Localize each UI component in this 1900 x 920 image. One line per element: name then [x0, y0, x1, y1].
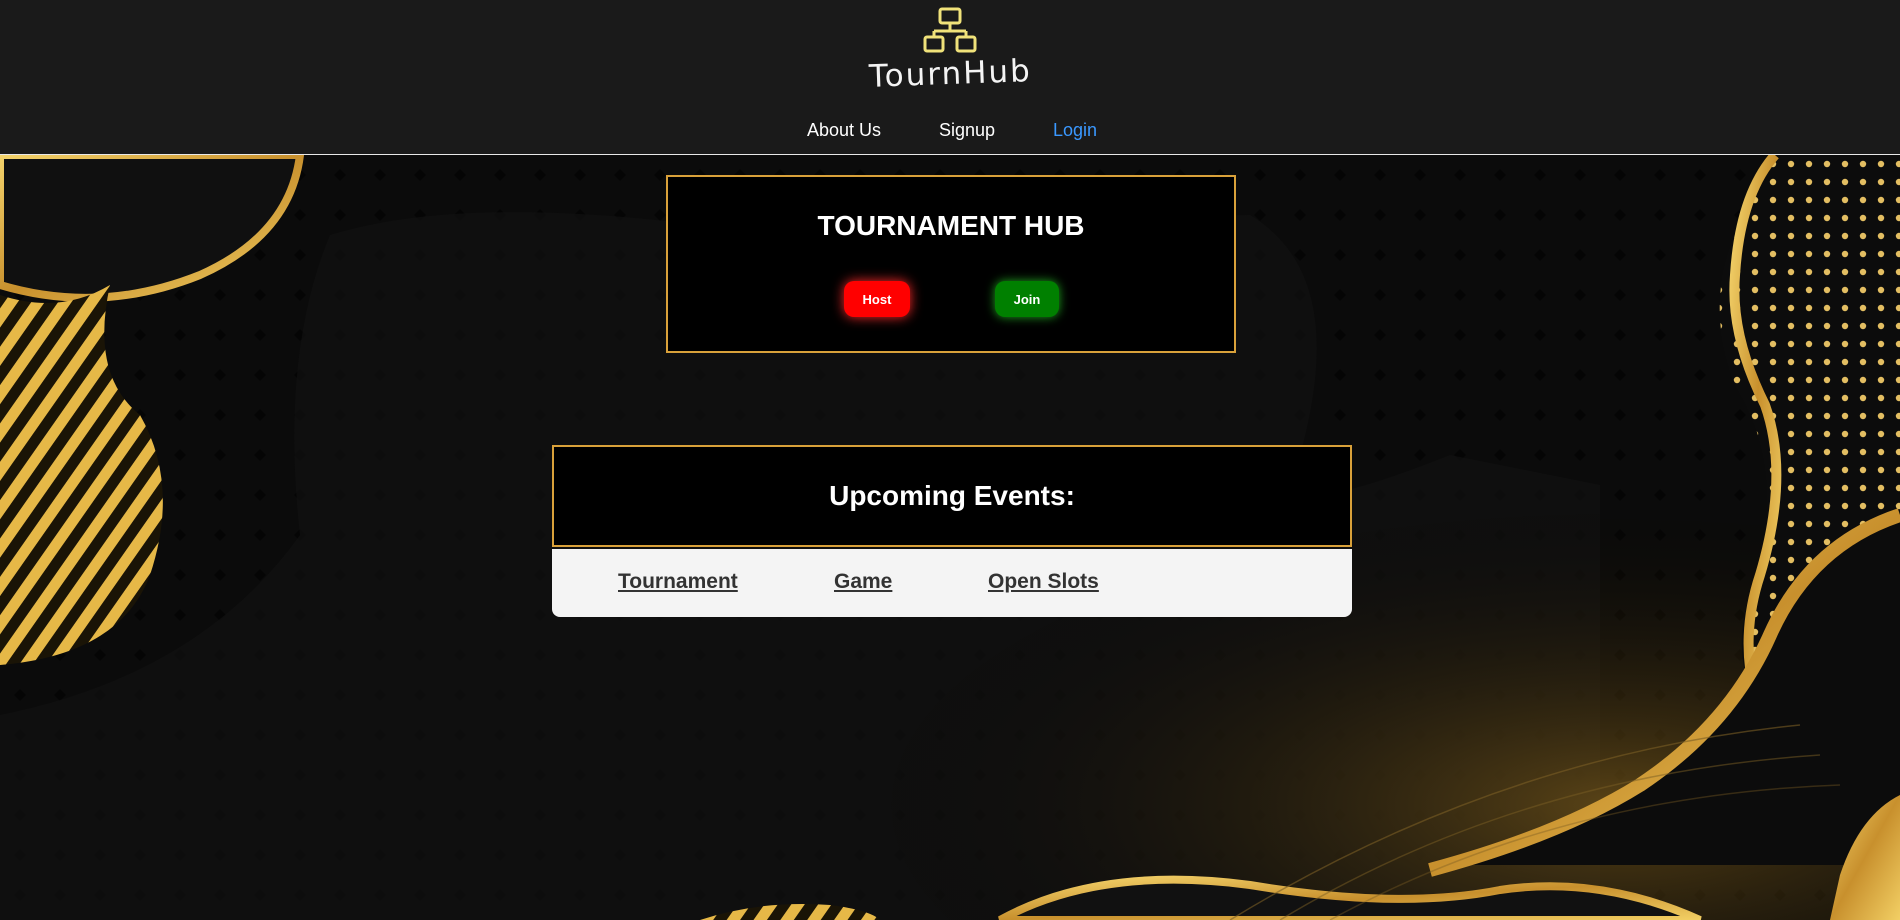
logo-text: TournHub — [868, 53, 1032, 95]
events-table-header: Tournament Game Open Slots — [552, 549, 1352, 617]
upcoming-events-header: Upcoming Events: — [552, 445, 1352, 547]
column-tournament[interactable]: Tournament — [618, 570, 738, 594]
host-button[interactable]: Host — [844, 281, 910, 317]
nav-signup[interactable]: Signup — [939, 120, 995, 141]
upcoming-events-title: Upcoming Events: — [829, 480, 1075, 511]
column-game[interactable]: Game — [834, 570, 892, 594]
hub-title: TOURNAMENT HUB — [817, 210, 1085, 241]
nav-login[interactable]: Login — [1053, 120, 1097, 141]
tournament-hub-panel: TOURNAMENT HUB Host Join — [666, 175, 1236, 353]
network-hierarchy-icon — [923, 7, 977, 53]
join-button[interactable]: Join — [995, 281, 1059, 317]
column-open-slots[interactable]: Open Slots — [988, 570, 1099, 594]
nav-about-us[interactable]: About Us — [807, 120, 881, 141]
site-header: TournHub About Us Signup Login — [0, 0, 1900, 155]
logo[interactable]: TournHub — [860, 6, 1040, 96]
